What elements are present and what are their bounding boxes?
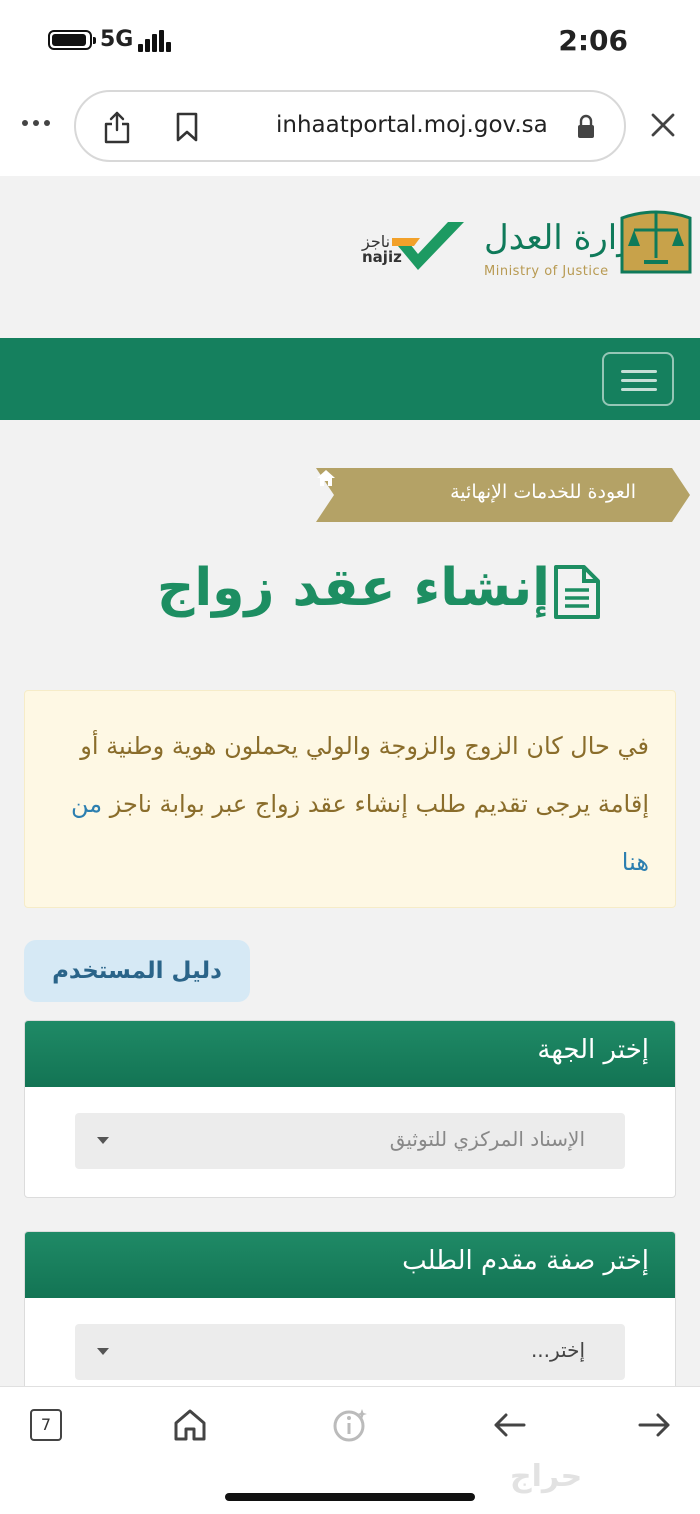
main-navbar [0,338,700,420]
info-sparkle-icon[interactable] [332,1407,368,1443]
home-indicator[interactable] [225,1493,475,1501]
clock: 2:06 [558,24,628,57]
watermark: حراج [510,1459,583,1494]
tabs-icon[interactable]: 7 [30,1409,62,1441]
authority-panel: إختر الجهة الإسناد المركزي للتوثيق [24,1020,676,1198]
page-title: إنشاء عقد زواج [156,558,550,618]
signal-icon [138,28,172,52]
menu-toggle-button[interactable] [602,352,674,406]
back-link-label: العودة للخدمات الإنهائية [450,481,636,503]
najiz-logo-text-en: najiz [362,248,402,266]
status-bar: 5G 2:06 [0,0,700,82]
panel-title: إختر الجهة [25,1021,675,1087]
home-icon [317,470,335,486]
network-type: 5G [100,27,134,52]
lock-icon [578,114,594,138]
url-field[interactable]: inhaatportal.moj.gov.sa [74,90,626,162]
share-icon[interactable] [102,110,132,144]
logo-header: ناجز najiz وزارة العدل Ministry of Justi… [0,176,700,336]
more-options-icon[interactable] [22,117,50,129]
ministry-emblem-icon[interactable] [618,202,694,280]
select-value: إختر... [530,1338,585,1362]
chevron-down-icon [97,1137,109,1144]
applicant-role-panel: إختر صفة مقدم الطلب إختر... [24,1231,676,1386]
user-guide-button[interactable]: دليل المستخدم [24,940,250,1002]
applicant-role-select[interactable]: إختر... [75,1324,625,1380]
document-icon [554,565,600,619]
web-page: ناجز najiz وزارة العدل Ministry of Justi… [0,176,700,1386]
chevron-down-icon [97,1348,109,1355]
alert-text: في حال كان الزوج والزوجة والولي يحملون ه… [80,732,649,818]
bookmark-icon[interactable] [174,112,200,142]
close-icon[interactable] [650,112,676,138]
forward-arrow-icon[interactable] [636,1407,672,1443]
home-icon[interactable] [172,1407,208,1443]
panel-title: إختر صفة مقدم الطلب [25,1232,675,1298]
battery-icon [48,30,96,50]
browser-toolbar: 7 حراج [0,1386,700,1514]
select-value: الإسناد المركزي للتوثيق [389,1127,585,1151]
info-alert: في حال كان الزوج والزوجة والولي يحملون ه… [24,690,676,908]
ministry-name-en: Ministry of Justice [484,264,609,279]
url-text: inhaatportal.moj.gov.sa [276,112,548,138]
back-arrow-icon[interactable] [492,1407,528,1443]
authority-select[interactable]: الإسناد المركزي للتوثيق [75,1113,625,1169]
browser-address-bar: inhaatportal.moj.gov.sa [0,82,700,176]
back-to-services-link[interactable]: العودة للخدمات الإنهائية [316,468,690,522]
